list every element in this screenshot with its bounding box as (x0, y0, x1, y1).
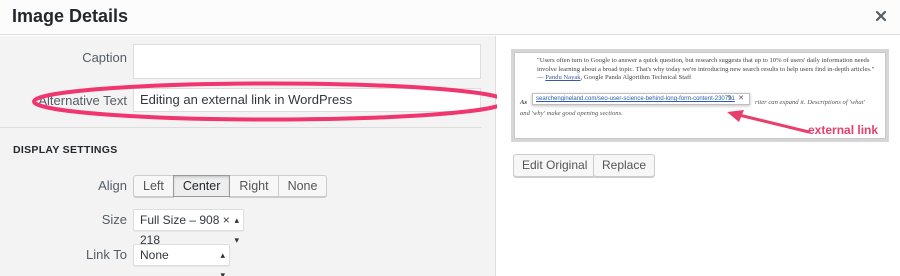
caption-label: Caption (82, 50, 127, 65)
link-popup: searchengineland.com/seo-user-science-be… (532, 93, 750, 105)
modal-title: Image Details (12, 6, 129, 26)
close-icon[interactable] (872, 7, 890, 25)
updown-arrow-icon: ▴ ▾ (220, 250, 225, 276)
link-to-select-value: None (140, 248, 169, 262)
preview-quote: "Users often turn to Google to answer a … (537, 57, 877, 83)
settings-panel: Caption Alternative Text Editing an exte… (0, 36, 508, 276)
alt-text-label: Alternative Text (38, 93, 127, 108)
display-settings-heading: DISPLAY SETTINGS (13, 144, 118, 156)
link-to-select[interactable]: None ▴ ▾ (133, 244, 230, 276)
quote-author: Pandu Nayak (545, 74, 581, 82)
alt-text-field[interactable]: Editing an external link in WordPress (133, 88, 481, 112)
size-label: Size (101, 212, 127, 227)
modal-header: Image Details (0, 0, 900, 35)
external-link-annotation: external link (808, 123, 879, 137)
quote-author-suffix: , Google Panda Algorithm Technical Staff (580, 74, 692, 82)
link-url: searchengineland.com/seo-user-science-be… (536, 96, 735, 102)
align-label: Align (98, 178, 127, 193)
align-center-button[interactable]: Center (172, 175, 231, 197)
preview-body-line1: riter can expand it. Descriptions of 'wh… (755, 99, 865, 106)
align-right-button[interactable]: Right (229, 175, 279, 197)
pencil-icon: ✎ (727, 95, 733, 102)
size-select[interactable]: Full Size – 908 × 218 ▴ ▾ (133, 209, 244, 247)
link-to-label: Link To (86, 247, 127, 262)
align-none-button[interactable]: None (277, 175, 328, 197)
align-left-button[interactable]: Left (133, 175, 174, 197)
preview-body-line2: and 'why' make good opening sections. (520, 110, 623, 117)
edit-original-button[interactable]: Edit Original (513, 154, 597, 177)
updown-arrow-icon: ▴ ▾ (234, 215, 239, 245)
align-button-group: Left Center Right None (133, 175, 328, 197)
bold-prefix: As (520, 99, 527, 106)
unlink-icon: ✕ (738, 95, 744, 102)
caption-field[interactable] (133, 44, 481, 79)
size-select-value: Full Size – 908 × 218 (140, 213, 230, 247)
replace-button[interactable]: Replace (593, 154, 656, 177)
preview-panel: "Users often turn to Google to answer a … (497, 36, 900, 276)
divider (0, 127, 481, 128)
